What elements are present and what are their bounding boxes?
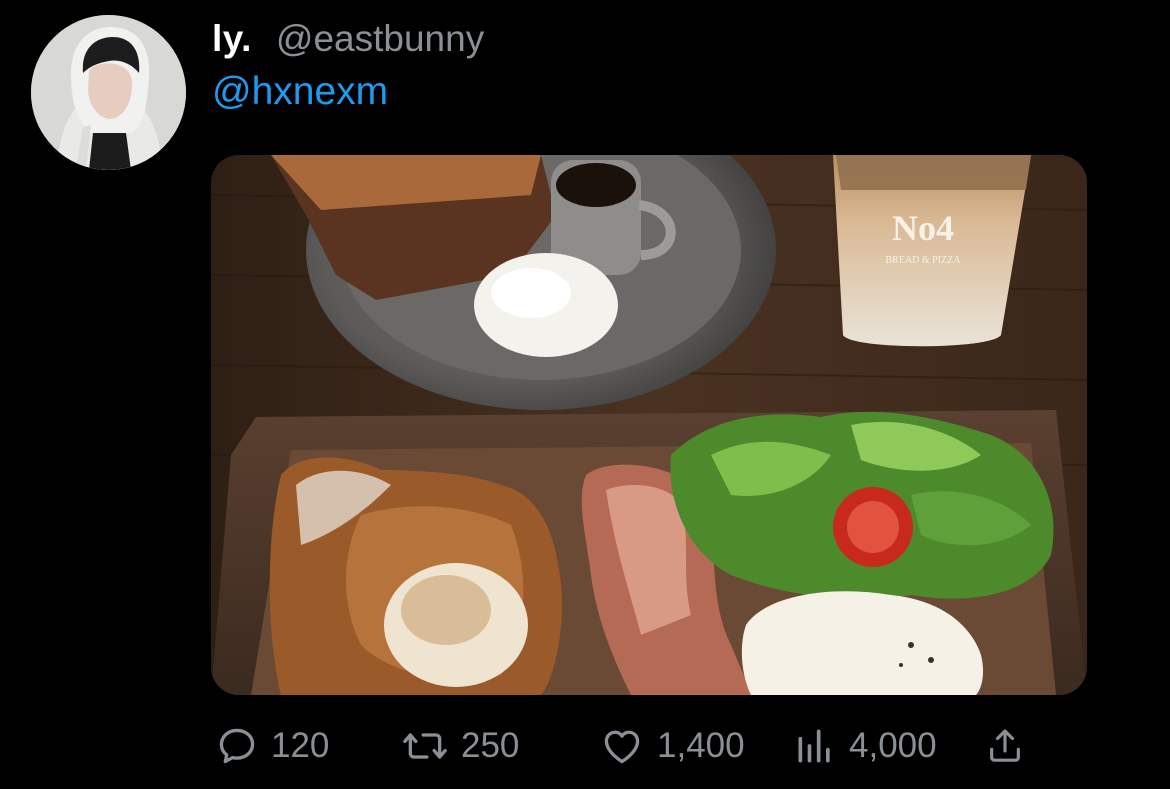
views-icon	[798, 729, 830, 763]
like-button[interactable]: 1,400	[599, 722, 745, 770]
views-button[interactable]: 4,000	[793, 722, 937, 770]
cup-logo: No4	[892, 208, 954, 248]
mention-link[interactable]: @hxnexm	[212, 70, 388, 114]
reply-count: 120	[271, 726, 330, 765]
reply-button[interactable]: 120	[215, 722, 329, 770]
share-icon	[990, 729, 1020, 762]
reply-icon	[219, 728, 255, 764]
heart-icon	[604, 730, 640, 764]
tweet-actions: 120 250 1,400 4,000	[215, 722, 1035, 770]
views-count: 4,000	[849, 726, 937, 765]
like-count: 1,400	[657, 726, 745, 765]
display-name[interactable]: ly.	[212, 18, 252, 60]
tweet-header: ly. @eastbunny @hxnexm	[212, 18, 484, 114]
retweet-count: 250	[461, 726, 520, 765]
user-handle[interactable]: @eastbunny	[276, 18, 484, 60]
retweet-icon	[403, 733, 447, 759]
retweet-button[interactable]: 250	[401, 722, 519, 770]
user-row: ly. @eastbunny	[212, 18, 484, 66]
avatar-icon	[31, 15, 186, 170]
tweet-image[interactable]: No4 BREAD & PIZZA	[211, 155, 1087, 695]
breakfast-photo: No4 BREAD & PIZZA	[211, 155, 1087, 695]
cup-text: BREAD & PIZZA	[886, 255, 962, 266]
share-button[interactable]	[985, 722, 1025, 770]
avatar[interactable]	[31, 15, 186, 170]
